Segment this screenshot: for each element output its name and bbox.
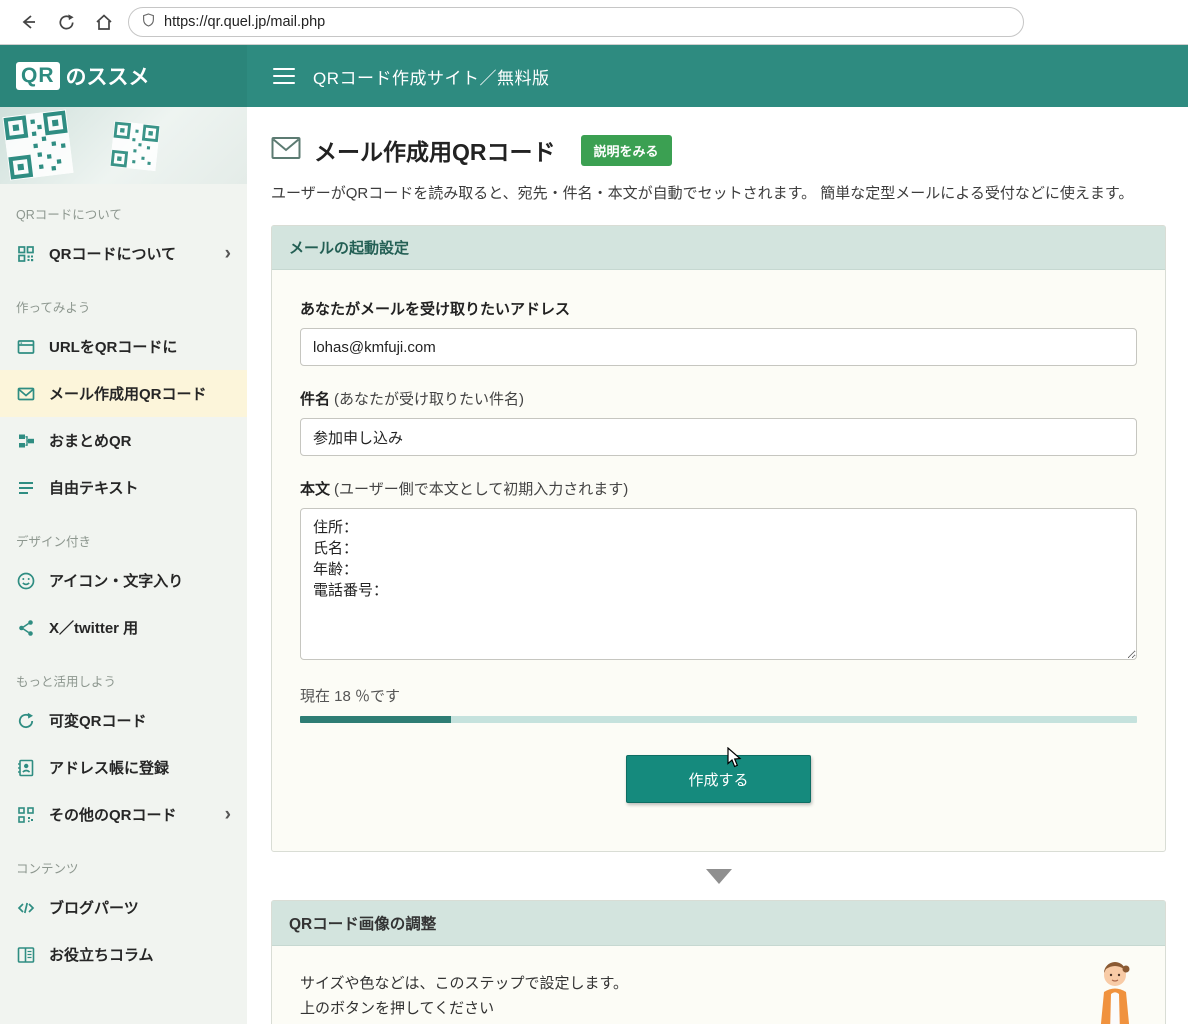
browser-toolbar: https://qr.quel.jp/mail.php bbox=[0, 0, 1188, 45]
capacity-progress-fill bbox=[300, 716, 451, 723]
subject-hint: (あなたが受け取りたい件名) bbox=[334, 391, 525, 408]
qr-adjust-card: QRコード画像の調整 サイズや色などは、このステップで設定します。 上のボタンを… bbox=[271, 900, 1166, 1024]
refresh-icon bbox=[16, 711, 36, 731]
adjust-line-1: サイズや色などは、このステップで設定します。 bbox=[300, 975, 629, 992]
sidebar-item-twitter-qr[interactable]: X／twitter 用 bbox=[0, 604, 247, 651]
adjust-line-2: 上のボタンを押してください bbox=[300, 999, 495, 1017]
down-arrow-icon bbox=[705, 869, 732, 884]
subject-input[interactable] bbox=[300, 418, 1137, 456]
qr-adjust-card-title: QRコード画像の調整 bbox=[272, 901, 1165, 946]
body-textarea[interactable]: 住所： 氏名： 年齢： 電話番号： bbox=[300, 508, 1137, 660]
sidebar-section-label: 作ってみよう bbox=[16, 301, 91, 315]
person-illustration bbox=[1091, 960, 1139, 1024]
home-icon[interactable] bbox=[90, 8, 118, 36]
back-icon[interactable] bbox=[14, 8, 42, 36]
logo-text: のススメ bbox=[65, 66, 150, 89]
text-lines-icon bbox=[16, 478, 36, 498]
sidebar-item-dynamic-qr[interactable]: 可変QRコード bbox=[0, 697, 247, 744]
subject-label: 件名 (あなたが受け取りたい件名) bbox=[300, 391, 525, 408]
sidebar-item-mail-qr[interactable]: メール作成用QRコード bbox=[0, 370, 247, 417]
address-book-icon bbox=[16, 758, 36, 778]
share-icon bbox=[16, 618, 36, 638]
sidebar-section-label: コンテンツ bbox=[16, 862, 79, 876]
sidebar: QRコードについて QRコードについて › 作ってみよう URLをQRコードに bbox=[0, 107, 247, 1024]
columns-icon bbox=[16, 945, 36, 965]
capacity-progress-track bbox=[300, 716, 1137, 723]
main-content: メール作成用QRコード 説明をみる ユーザーがQRコードを読み取ると、宛先・件名… bbox=[247, 107, 1188, 1024]
sidebar-section-label: もっと活用しよう bbox=[16, 675, 117, 689]
reload-icon[interactable] bbox=[52, 8, 80, 36]
shield-icon bbox=[141, 12, 156, 33]
page: https://qr.quel.jp/mail.php QR のススメ QRコー… bbox=[0, 0, 1188, 1024]
logo-qr-box: QR bbox=[16, 62, 60, 90]
capacity-text: 現在 18 ％です bbox=[300, 688, 401, 705]
mail-settings-card-title: メールの起動設定 bbox=[272, 226, 1165, 270]
body-hint: (ユーザー側で本文として初期入力されます) bbox=[334, 481, 629, 498]
qr-grid-icon bbox=[16, 244, 36, 264]
merge-icon bbox=[16, 431, 36, 451]
code-icon bbox=[16, 898, 36, 918]
sidebar-item-blog-parts[interactable]: ブログパーツ bbox=[0, 884, 247, 931]
sidebar-section-label: デザイン付き bbox=[16, 535, 92, 549]
view-explanation-button[interactable]: 説明をみる bbox=[580, 134, 672, 166]
mail-icon bbox=[16, 384, 36, 404]
create-qr-button[interactable]: 作成する bbox=[626, 755, 811, 803]
sidebar-item-about-qr[interactable]: QRコードについて › bbox=[0, 230, 247, 277]
sidebar-item-address-book[interactable]: アドレス帳に登録 bbox=[0, 744, 247, 791]
sidebar-item-omatome-qr[interactable]: おまとめQR bbox=[0, 417, 247, 464]
page-description: ユーザーがQRコードを読み取ると、宛先・件名・本文が自動でセットされます。 簡単… bbox=[271, 185, 1134, 202]
mail-settings-card: メールの起動設定 あなたがメールを受け取りたいアドレス 件名(あなたが受け取りた… bbox=[271, 225, 1166, 852]
site-title: QRコード作成サイト／無料版 bbox=[313, 68, 550, 88]
sidebar-item-useful-column[interactable]: お役立ちコラム bbox=[0, 931, 247, 978]
envelope-icon bbox=[271, 136, 301, 165]
address-bar[interactable]: https://qr.quel.jp/mail.php bbox=[128, 7, 1024, 37]
chevron-right-icon: › bbox=[224, 243, 231, 264]
email-label: あなたがメールを受け取りたいアドレス bbox=[300, 301, 571, 318]
browser-window-icon bbox=[16, 337, 36, 357]
sidebar-item-url-to-qr[interactable]: URLをQRコードに bbox=[0, 323, 247, 370]
hamburger-menu-icon[interactable] bbox=[273, 67, 295, 85]
url-text: https://qr.quel.jp/mail.php bbox=[164, 14, 326, 30]
chevron-right-icon: › bbox=[224, 804, 231, 825]
qr-small-icon bbox=[16, 805, 36, 825]
sidebar-item-icon-text-qr[interactable]: アイコン・文字入り bbox=[0, 557, 247, 604]
sidebar-qr-photo bbox=[0, 107, 247, 184]
sidebar-section-label: QRコードについて bbox=[16, 208, 122, 222]
body-label: 本文 (ユーザー側で本文として初期入力されます) bbox=[300, 481, 629, 498]
email-input[interactable] bbox=[300, 328, 1137, 366]
sidebar-item-other-qr[interactable]: その他のQRコード › bbox=[0, 791, 247, 838]
site-logo[interactable]: QR のススメ bbox=[0, 45, 247, 107]
page-title: メール作成用QRコード bbox=[314, 139, 556, 165]
site-header: QR のススメ QRコード作成サイト／無料版 bbox=[0, 45, 1188, 107]
sidebar-item-free-text[interactable]: 自由テキスト bbox=[0, 464, 247, 511]
smiley-icon bbox=[16, 571, 36, 591]
